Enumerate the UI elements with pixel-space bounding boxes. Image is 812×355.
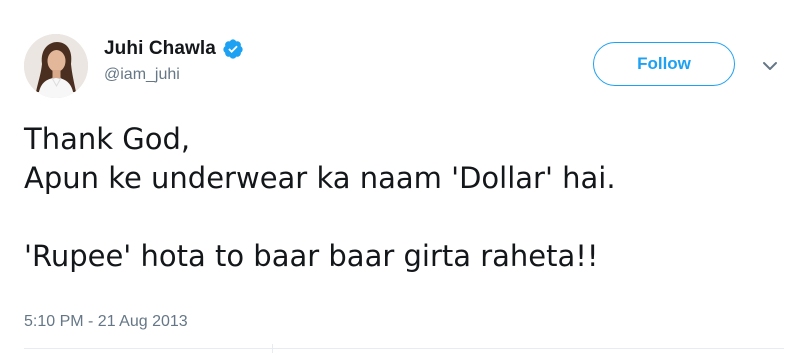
display-name[interactable]: Juhi Chawla	[104, 37, 216, 61]
tweet-line: Apun ke underwear ka naam 'Dollar' hai.	[24, 161, 616, 195]
tweet-card: Juhi Chawla @iam_juhi Follow Thank God, …	[0, 0, 812, 355]
follow-button[interactable]: Follow	[593, 42, 735, 86]
avatar[interactable]	[24, 34, 88, 98]
tweet-timestamp[interactable]: 5:10 PM - 21 Aug 2013	[24, 312, 188, 332]
divider-mark	[272, 344, 273, 353]
user-handle[interactable]: @iam_juhi	[104, 65, 244, 85]
divider	[24, 348, 784, 349]
tweet-line: 'Rupee' hota to baar baar girta raheta!!	[24, 239, 599, 273]
name-row: Juhi Chawla	[104, 37, 244, 61]
verified-badge-icon	[222, 38, 244, 60]
tweet-line: Thank God,	[24, 122, 191, 156]
chevron-down-icon[interactable]	[760, 56, 780, 76]
tweet-text: Thank God, Apun ke underwear ka naam 'Do…	[24, 120, 784, 276]
profile-photo-icon	[24, 34, 88, 98]
user-info: Juhi Chawla @iam_juhi	[104, 37, 244, 85]
